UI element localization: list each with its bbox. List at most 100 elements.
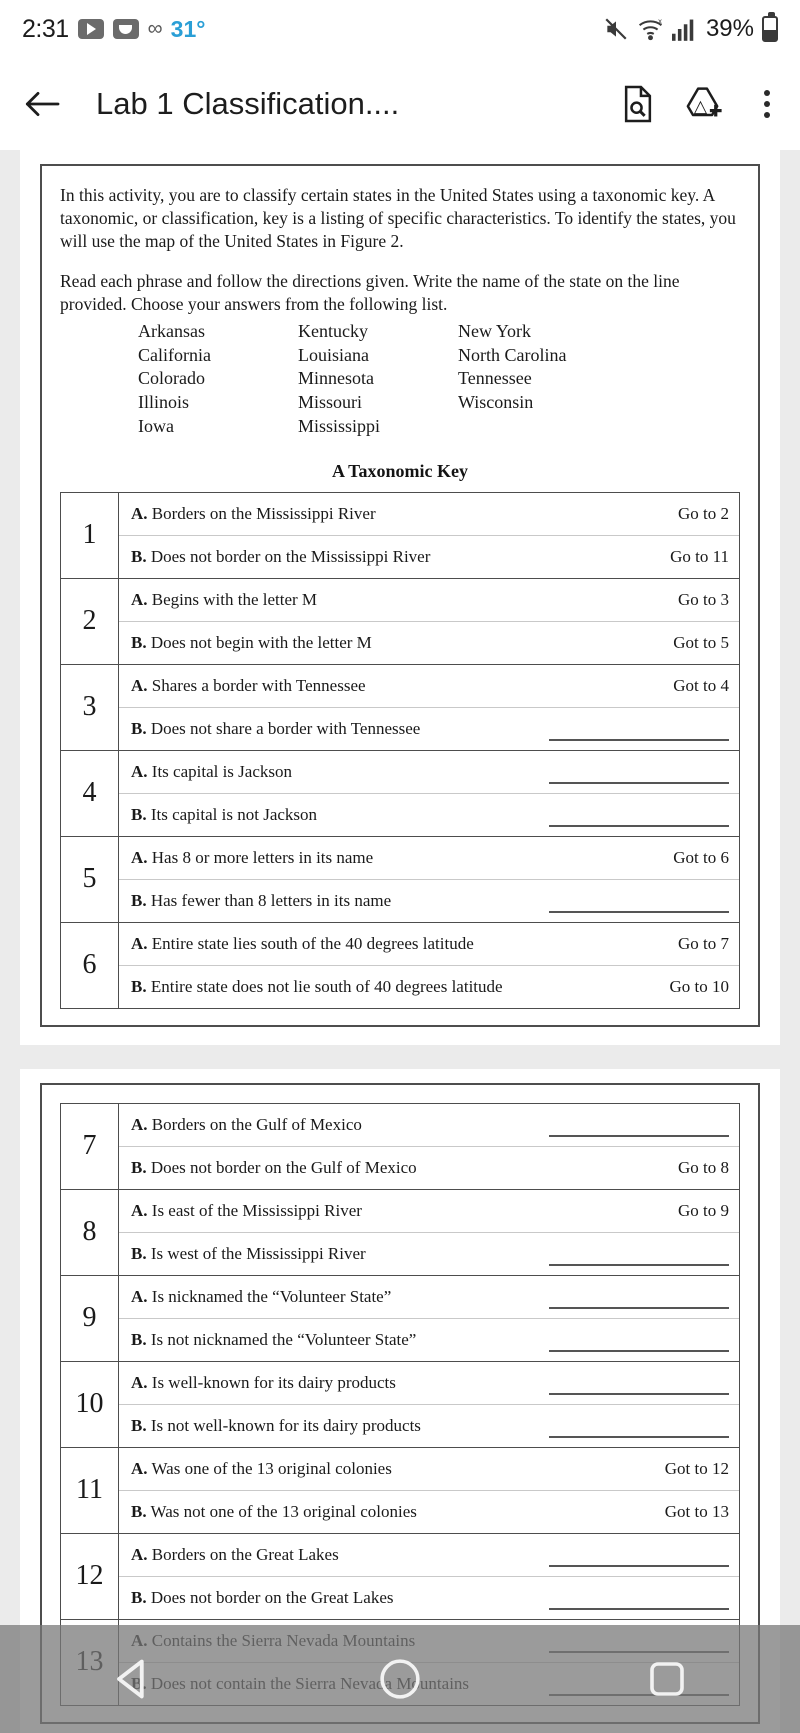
key-statement-text: B. Does not begin with the letter M [131,633,372,653]
key-statement-text: B. Its capital is not Jackson [131,805,317,825]
status-time: 2:31 [22,14,69,43]
key-statement-letter: A. [131,589,148,609]
key-statement-b: B. Is not well-known for its dairy produ… [119,1403,739,1447]
status-bar-right: x 39% [603,12,778,43]
answer-blank-line[interactable] [549,1349,729,1352]
key-statement-b: B. Has fewer than 8 letters in its name [119,878,739,922]
key-statement-text: B. Entire state does not lie south of 40… [131,977,503,997]
key-statement-body: Does not border on the Gulf of Mexico [146,1157,417,1177]
key-statement-letter: B. [131,890,147,910]
key-statement-text: A. Is nicknamed the “Volunteer State” [131,1287,391,1307]
voicemail-icon: ∞ [147,17,163,40]
key-row-statements: A. Is east of the Mississippi River Go to… [118,1188,740,1276]
key-statement-text: A. Borders on the Great Lakes [131,1545,339,1565]
page-1-content: In this activity, you are to classify ce… [40,164,760,1027]
screen-root: 2:31 ∞ 31° x 39% Lab 1 Classification...… [0,0,800,1733]
key-statement-body: Shares a border with Tennessee [147,675,366,695]
key-statement-body: Does not begin with the letter M [146,632,372,652]
key-statement-letter: B. [131,1415,147,1435]
answer-blank-line[interactable] [549,781,729,784]
table-row: 4 A. Its capital is Jackson B. Its capital… [60,749,740,837]
key-statement-text: B. Does not border on the Gulf of Mexico [131,1158,417,1178]
answer-blank-line[interactable] [549,1435,729,1438]
key-statement-a: A. Has 8 or more letters in its name Got … [119,837,739,879]
key-statement-letter: A. [131,761,148,781]
key-statement-text: B. Was not one of the 13 original coloni… [131,1502,417,1522]
answer-blank-line[interactable] [549,1134,729,1137]
key-statement-b: B. Is not nicknamed the “Volunteer State… [119,1317,739,1361]
mute-icon [603,16,629,42]
state-item: Missouri [298,392,363,412]
key-statement-a: A. Was one of the 13 original colonies Go… [119,1448,739,1490]
back-button[interactable] [22,87,62,121]
state-column-1: Arkansas California Colorado Illinois Io… [138,320,298,439]
key-statement-body: Is west of the Mississippi River [146,1243,366,1263]
key-statement-a: A. Is east of the Mississippi River Go to… [119,1190,739,1232]
key-row-statements: A. Begins with the letter M Go to 3 B. Doe… [118,577,740,665]
answer-blank-line[interactable] [549,738,729,741]
state-item: Colorado [138,368,205,389]
answer-blank-line[interactable] [549,1306,729,1309]
key-statement-letter: A. [131,847,148,867]
key-statement-text: B. Is not well-known for its dairy produ… [131,1416,421,1436]
key-row-number: 1 [60,491,119,579]
key-statement-b: B. Does not border on the Great Lakes [119,1575,739,1619]
answer-blank-line[interactable] [549,1607,729,1610]
key-statement-b: B. Does not share a border with Tennesse… [119,706,739,750]
key-statement-text: A. Entire state lies south of the 40 deg… [131,934,474,954]
key-statement-answer: Go to 8 [678,1157,729,1177]
key-row-number: 11 [60,1446,119,1534]
key-statement-text: B. Is west of the Mississippi River [131,1244,366,1264]
key-row-number: 10 [60,1360,119,1448]
state-item: Wisconsin [458,392,534,412]
svg-text:x: x [658,17,662,26]
page-title: Lab 1 Classification.... [96,86,400,121]
key-statement-text: B. Does not border on the Great Lakes [131,1588,393,1608]
state-item: Kentucky [298,320,368,341]
state-item: California [138,344,211,365]
document-viewer[interactable]: In this activity, you are to classify ce… [0,150,800,1733]
intro-text: In this activity, you are to classify ce… [60,184,740,316]
key-statement-letter: A. [131,1200,148,1220]
recents-nav-button[interactable] [607,1625,727,1733]
key-statement-body: Borders on the Great Lakes [147,1544,339,1564]
answer-blank-line[interactable] [549,1564,729,1567]
taxonomic-key-title: A Taxonomic Key [331,460,469,481]
state-item: Mississippi [298,415,381,436]
key-row-number: 5 [60,835,119,923]
answer-blank-line[interactable] [549,1263,729,1266]
messages-icon [112,19,139,39]
key-statement-body: Is not well-known for its dairy products [146,1415,421,1435]
key-statement-body: Entire state lies south of the 40 degree… [147,933,474,953]
key-statement-letter: A. [131,1286,148,1306]
key-statement-letter: B. [131,1157,147,1177]
answer-blank-line[interactable] [549,824,729,827]
key-statement-answer: Got to 5 [673,632,729,652]
key-statement-body: Is nicknamed the “Volunteer State” [147,1286,392,1306]
key-statement-text: A. Has 8 or more letters in its name [131,848,373,868]
state-column-3: New York North Carolina Tennessee Wiscon… [458,320,618,439]
state-item: Arkansas [138,320,205,341]
add-to-drive-icon[interactable]: △ [682,84,726,124]
key-statement-answer: Go to 3 [678,589,729,609]
key-statement-letter: B. [131,976,147,996]
key-statement-letter: A. [131,503,148,523]
answer-blank-line[interactable] [549,1392,729,1395]
back-nav-button[interactable] [73,1625,193,1733]
key-statement-a: A. Borders on the Gulf of Mexico [119,1104,739,1146]
table-row: 3 A. Shares a border with Tennessee Got to… [60,663,740,751]
key-row-number: 3 [60,663,119,751]
home-nav-button[interactable] [340,1625,460,1733]
taxonomic-key-table-page-1: 1 A. Borders on the Mississippi River Go t… [60,491,740,1009]
key-statement-text: B. Has fewer than 8 letters in its name [131,891,391,911]
answer-blank-line[interactable] [549,910,729,913]
overflow-menu-icon[interactable] [756,86,778,122]
key-statement-letter: A. [131,1372,148,1392]
key-statement-answer: Go to 9 [678,1200,729,1220]
key-statement-b: B. Does not border on the Gulf of Mexico… [119,1145,739,1189]
key-row-number: 12 [60,1532,119,1620]
key-row-statements: A. Borders on the Great Lakes B. Does not… [118,1532,740,1620]
key-statement-body: Its capital is Jackson [147,761,292,781]
key-statement-a: A. Its capital is Jackson [119,751,739,793]
search-document-icon[interactable] [620,84,656,124]
